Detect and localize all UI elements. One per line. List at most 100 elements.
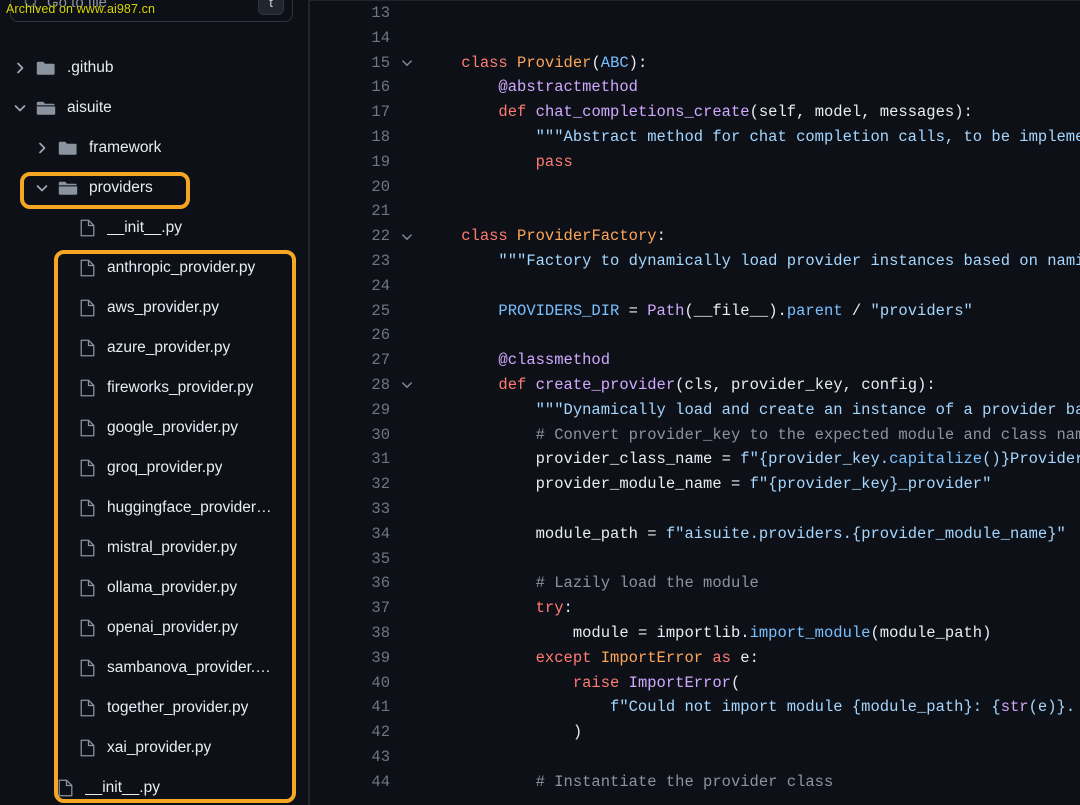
tree-file--init-py[interactable]: __init__.py xyxy=(0,208,308,248)
tree-folder--github[interactable]: .github xyxy=(0,48,308,88)
line-number: 18 xyxy=(371,127,390,146)
code-line: 38 module = importlib.import_module(modu… xyxy=(310,621,1080,646)
code-line: 14 xyxy=(310,26,1080,51)
tree-file-fireworks-provider-py[interactable]: fireworks_provider.py xyxy=(0,368,308,408)
code-line: 32 provider_module_name = f"{provider_ke… xyxy=(310,472,1080,497)
tree-item-label: __init__.py xyxy=(107,219,182,236)
code-text: provider_class_name = f"{provider_key.ca… xyxy=(535,450,1080,469)
tree-file-together-provider-py[interactable]: together_provider.py xyxy=(0,688,308,728)
tree-folder-framework[interactable]: framework xyxy=(0,128,308,168)
tree-file-huggingface-provider-[interactable]: huggingface_provider… xyxy=(0,488,308,528)
fold-chevron-down-icon[interactable] xyxy=(390,224,424,249)
line-number: 13 xyxy=(371,4,390,22)
code-line: 42 ) xyxy=(310,720,1080,745)
code-line: 30 # Convert provider_key to the expecte… xyxy=(310,423,1080,448)
code-text: """Dynamically load and create an instan… xyxy=(535,400,1080,419)
code-line: 21 xyxy=(310,199,1080,224)
code-line: 41 f"Could not import module {module_pat… xyxy=(310,695,1080,720)
code-text: # Instantiate the provider class xyxy=(535,772,834,791)
tree-item-label: ollama_provider.py xyxy=(107,579,238,596)
tree-folder-providers[interactable]: providers xyxy=(0,168,308,208)
code-text: def create_provider(cls, provider_key, c… xyxy=(498,375,936,394)
code-text: f"Could not import module {module_path}:… xyxy=(610,698,1076,717)
file-icon xyxy=(80,379,95,397)
code-line: 33 xyxy=(310,497,1080,522)
chevron-down-icon[interactable] xyxy=(36,182,48,194)
code-text: @abstractmethod xyxy=(498,78,638,97)
chevron-right-icon[interactable] xyxy=(14,62,26,74)
line-number: 42 xyxy=(371,723,390,742)
code-line: 19 pass xyxy=(310,150,1080,175)
code-line: 37 try: xyxy=(310,596,1080,621)
tree-file-openai-provider-py[interactable]: openai_provider.py xyxy=(0,608,308,648)
tree-folder-aisuite[interactable]: aisuite xyxy=(0,88,308,128)
line-number: 31 xyxy=(371,450,390,469)
tree-file-xai-provider-py[interactable]: xai_provider.py xyxy=(0,728,308,768)
code-line: 23 """Factory to dynamically load provid… xyxy=(310,249,1080,274)
fold-chevron-down-icon[interactable] xyxy=(390,373,424,398)
line-number: 26 xyxy=(371,326,390,345)
code-line: 24 xyxy=(310,274,1080,299)
code-text: PROVIDERS_DIR = Path(__file__).parent / … xyxy=(498,301,973,320)
folder-icon xyxy=(36,60,56,76)
search-placeholder: Go to file xyxy=(47,0,108,11)
tree-item-label: mistral_provider.py xyxy=(107,539,238,556)
go-to-file-search[interactable]: Go to file t xyxy=(10,0,293,22)
fold-chevron-down-icon[interactable] xyxy=(390,51,424,76)
tree-file-aws-provider-py[interactable]: aws_provider.py xyxy=(0,288,308,328)
code-editor-pane: 13 14 15 class Provider(ABC): 16 @abstractm… xyxy=(309,0,1080,805)
line-number: 35 xyxy=(371,549,390,568)
ide-window: Go to file t .github aisuite framework prov… xyxy=(0,0,1080,805)
chevron-right-icon[interactable] xyxy=(36,142,48,154)
line-number: 38 xyxy=(371,623,390,642)
line-number: 27 xyxy=(371,351,390,370)
code-text: provider_module_name = f"{provider_key}_… xyxy=(535,475,992,494)
line-number: 14 xyxy=(371,28,390,47)
code-line: 17 def chat_completions_create(self, mod… xyxy=(310,100,1080,125)
code-line: 20 xyxy=(310,175,1080,200)
tree-file--init-py[interactable]: __init__.py xyxy=(0,768,308,805)
code-line: 28 def create_provider(cls, provider_key… xyxy=(310,373,1080,398)
tree-item-label: anthropic_provider.py xyxy=(107,259,256,276)
file-icon xyxy=(80,459,95,477)
tree-file-groq-provider-py[interactable]: groq_provider.py xyxy=(0,448,308,488)
tree-file-sambanova-provider-[interactable]: sambanova_provider.… xyxy=(0,648,308,688)
file-icon xyxy=(80,539,95,557)
file-icon xyxy=(80,699,95,717)
code-text: class ProviderFactory: xyxy=(461,227,666,246)
code-line: 27 @classmethod xyxy=(310,348,1080,373)
file-icon xyxy=(58,779,73,797)
line-number: 40 xyxy=(371,673,390,692)
code-line: 40 raise ImportError( xyxy=(310,671,1080,696)
code-editor-surface[interactable]: 13 14 15 class Provider(ABC): 16 @abstractm… xyxy=(310,0,1080,805)
line-number: 19 xyxy=(371,152,390,171)
tree-file-mistral-provider-py[interactable]: mistral_provider.py xyxy=(0,528,308,568)
tree-item-label: together_provider.py xyxy=(107,699,249,716)
tree-file-anthropic-provider-py[interactable]: anthropic_provider.py xyxy=(0,248,308,288)
file-icon xyxy=(80,259,95,277)
line-number: 43 xyxy=(371,747,390,766)
chevron-down-icon[interactable] xyxy=(14,102,26,114)
tree-file-ollama-provider-py[interactable]: ollama_provider.py xyxy=(0,568,308,608)
code-line: 35 xyxy=(310,547,1080,572)
tree-file-google-provider-py[interactable]: google_provider.py xyxy=(0,408,308,448)
file-tree: .github aisuite framework providers __init__… xyxy=(0,48,308,805)
code-line: 16 @abstractmethod xyxy=(310,75,1080,100)
code-line: 25 PROVIDERS_DIR = Path(__file__).parent… xyxy=(310,299,1080,324)
tree-file-azure-provider-py[interactable]: azure_provider.py xyxy=(0,328,308,368)
line-number: 25 xyxy=(371,301,390,320)
